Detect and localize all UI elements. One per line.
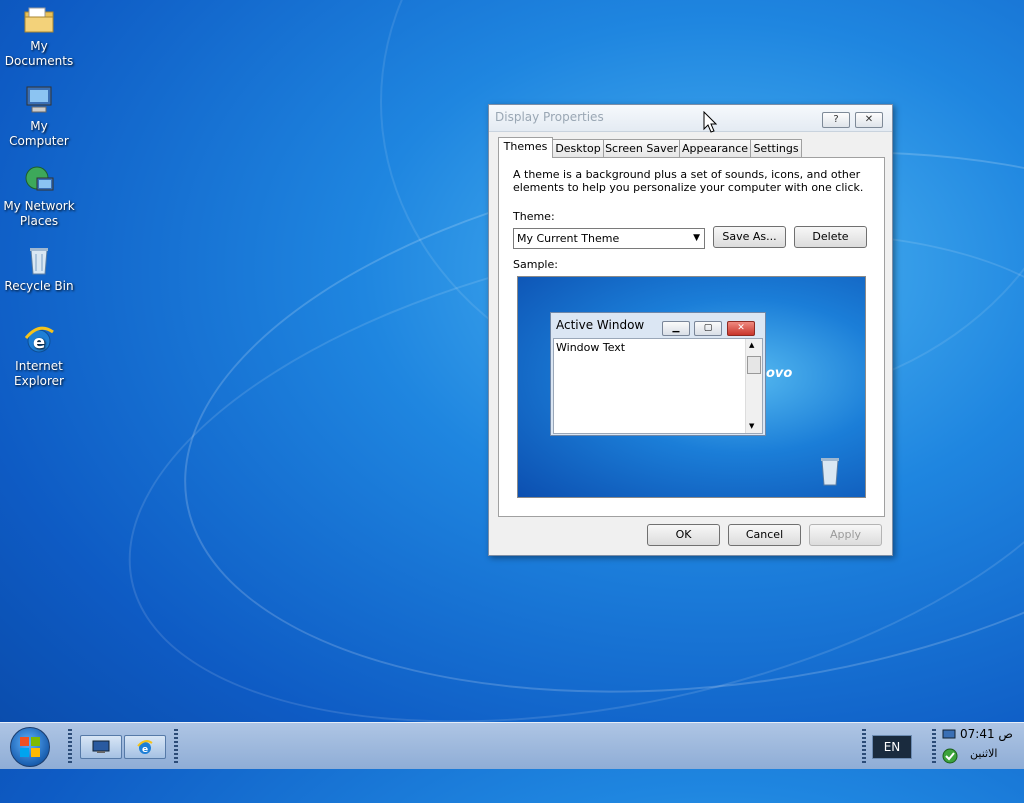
clock-time[interactable]: 07:41 ص <box>960 727 1013 741</box>
cancel-button[interactable]: Cancel <box>728 524 801 546</box>
help-button[interactable]: ? <box>822 112 850 128</box>
display-properties-dialog: Display Properties ? ✕ Themes Desktop Sc… <box>488 104 893 556</box>
svg-text:e: e <box>33 332 45 353</box>
start-button[interactable] <box>10 727 50 767</box>
network-globe-icon <box>23 164 55 196</box>
tab-desktop[interactable]: Desktop <box>552 139 604 157</box>
scroll-up-arrow-icon: ▲ <box>749 341 755 349</box>
desktop-icon-label: My Documents <box>4 39 74 68</box>
sample-label: Sample: <box>513 258 558 271</box>
help-icon: ? <box>833 114 839 125</box>
save-as-button[interactable]: Save As... <box>713 226 786 248</box>
desktop-icon-label: Internet Explorer <box>14 359 64 388</box>
folder-documents-icon <box>23 4 55 36</box>
scroll-down-arrow-icon: ▼ <box>749 422 755 430</box>
svg-text:e: e <box>142 745 148 755</box>
close-icon: ✕ <box>864 114 874 125</box>
sample-active-window: Active Window ▁ ▢ ✕ Window Text ▲ ▼ <box>550 312 766 436</box>
close-icon: ✕ <box>727 321 755 336</box>
minimize-icon: ▁ <box>662 321 690 336</box>
computer-icon <box>23 84 55 116</box>
theme-sample-preview: ovo Active Window ▁ ▢ ✕ Window Text ▲ ▼ <box>517 276 866 498</box>
taskbar: e EN 07:41 ص الاثنين <box>0 722 1024 769</box>
network-tray-icon[interactable] <box>942 727 956 744</box>
quicklaunch-show-desktop[interactable] <box>80 735 122 759</box>
apply-button[interactable]: Apply <box>809 524 882 546</box>
chevron-down-icon: ▼ <box>693 233 700 243</box>
taskbar-grip[interactable] <box>932 729 936 763</box>
taskbar-grip[interactable] <box>174 729 178 763</box>
tab-themes[interactable]: Themes <box>498 137 553 158</box>
desktop-icon-my-network-places[interactable]: My Network Places <box>0 164 78 229</box>
themes-description: A theme is a background plus a set of so… <box>513 168 864 194</box>
theme-select[interactable]: My Current Theme ▼ <box>513 228 705 249</box>
desktop-icon-label: My Network Places <box>3 199 75 228</box>
language-indicator[interactable]: EN <box>872 735 912 759</box>
internet-explorer-icon: e <box>23 324 55 356</box>
dialog-titlebar[interactable]: Display Properties ? ✕ <box>489 105 892 132</box>
theme-label: Theme: <box>513 210 555 223</box>
tab-settings[interactable]: Settings <box>750 139 802 157</box>
desktop-icon-label: Recycle Bin <box>4 279 74 293</box>
windows-logo-icon <box>20 737 40 760</box>
desktop-icon-recycle-bin[interactable]: Recycle Bin <box>0 244 78 294</box>
tab-screen-saver[interactable]: Screen Saver <box>603 139 680 157</box>
clock-day[interactable]: الاثنين <box>970 747 997 760</box>
sample-recycle-bin-icon <box>818 455 842 490</box>
taskbar-grip[interactable] <box>862 729 866 763</box>
wallpaper-brand-text: ovo <box>766 366 793 381</box>
sample-window-text: Window Text <box>556 341 626 354</box>
show-desktop-icon <box>92 740 110 757</box>
delete-button[interactable]: Delete <box>794 226 867 248</box>
quicklaunch-internet-explorer[interactable]: e <box>124 735 166 759</box>
ok-button[interactable]: OK <box>647 524 720 546</box>
maximize-icon: ▢ <box>694 321 722 336</box>
scroll-thumb <box>747 356 761 374</box>
desktop-icon-internet-explorer[interactable]: e Internet Explorer <box>0 324 78 389</box>
sample-window-title: Active Window <box>556 318 645 332</box>
sample-scrollbar: ▲ ▼ <box>745 339 762 433</box>
theme-select-value: My Current Theme <box>517 232 620 245</box>
themes-panel: A theme is a background plus a set of so… <box>498 157 885 517</box>
mouse-cursor-icon <box>703 110 718 136</box>
sample-window-body: Window Text ▲ ▼ <box>553 338 763 434</box>
desktop-icon-label: My Computer <box>9 119 69 148</box>
desktop-icon-my-documents[interactable]: My Documents <box>0 4 78 69</box>
tab-appearance[interactable]: Appearance <box>679 139 751 157</box>
security-shield-icon[interactable] <box>942 748 958 767</box>
taskbar-grip[interactable] <box>68 729 72 763</box>
internet-explorer-icon: e <box>137 739 153 758</box>
desktop-icon-my-computer[interactable]: My Computer <box>0 84 78 149</box>
recycle-bin-icon <box>23 244 55 276</box>
close-button[interactable]: ✕ <box>855 112 883 128</box>
dialog-title: Display Properties <box>495 110 604 124</box>
